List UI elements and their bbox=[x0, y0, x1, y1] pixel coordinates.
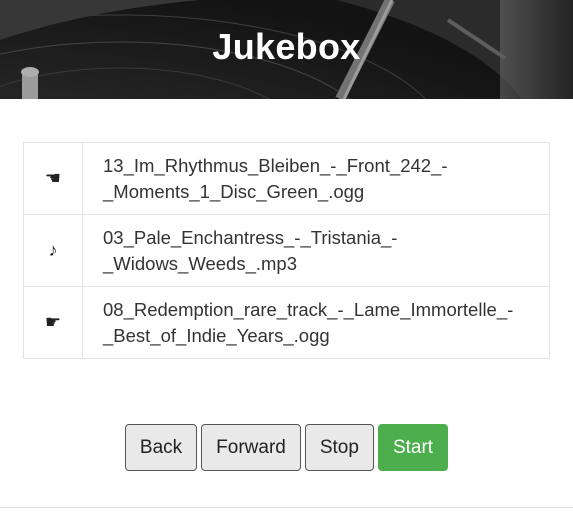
forward-button[interactable]: Forward bbox=[201, 424, 301, 471]
playback-controls: Back Forward Stop Start bbox=[0, 424, 573, 471]
hand-pointing-left-icon: ☚ bbox=[23, 142, 83, 215]
playlist-table: ☚ 13_Im_Rhythmus_Bleiben_-_Front_242_-_M… bbox=[23, 142, 550, 359]
music-note-icon: ♪ bbox=[23, 214, 83, 287]
stop-button[interactable]: Stop bbox=[304, 424, 374, 471]
playlist-row[interactable]: ♪ 03_Pale_Enchantress_-_Tristania_-_Wido… bbox=[23, 214, 550, 287]
header-banner: Jukebox bbox=[0, 0, 573, 99]
playlist-row[interactable]: ☚ 13_Im_Rhythmus_Bleiben_-_Front_242_-_M… bbox=[23, 142, 550, 215]
playlist-row[interactable]: ☛ 08_Redemption_rare_track_-_Lame_Immort… bbox=[23, 286, 550, 359]
hand-pointing-right-icon: ☛ bbox=[23, 286, 83, 359]
page-title: Jukebox bbox=[212, 26, 361, 67]
track-filename[interactable]: 08_Redemption_rare_track_-_Lame_Immortel… bbox=[82, 286, 550, 359]
track-filename[interactable]: 13_Im_Rhythmus_Bleiben_-_Front_242_-_Mom… bbox=[82, 142, 550, 215]
track-filename[interactable]: 03_Pale_Enchantress_-_Tristania_-_Widows… bbox=[82, 214, 550, 287]
footer-divider bbox=[0, 507, 573, 508]
back-button[interactable]: Back bbox=[124, 424, 198, 471]
start-button[interactable]: Start bbox=[377, 424, 449, 471]
